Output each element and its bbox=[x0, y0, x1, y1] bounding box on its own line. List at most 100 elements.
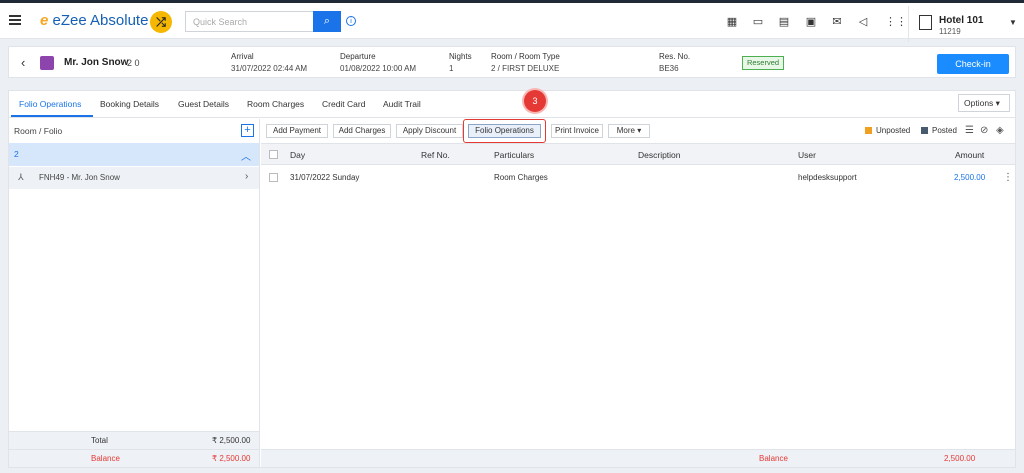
row-user: helpdesksupport bbox=[798, 173, 857, 182]
tab-guest-details[interactable]: Guest Details bbox=[178, 99, 229, 109]
balance-label: Balance bbox=[759, 454, 788, 463]
table-header: Day Ref No. Particulars Description User… bbox=[261, 143, 1015, 165]
column-user: User bbox=[798, 150, 816, 160]
transactions-panel: Add Payment Add Charges Apply Discount F… bbox=[261, 119, 1015, 468]
card-icon[interactable]: ▭ bbox=[752, 16, 764, 28]
building-icon bbox=[919, 15, 932, 30]
chevron-down-icon: ▾ bbox=[637, 126, 642, 135]
unposted-label: Unposted bbox=[876, 126, 911, 135]
nights-value: 1 bbox=[449, 64, 454, 73]
room-group[interactable]: 2 ︿ bbox=[9, 143, 259, 166]
row-menu-icon[interactable]: ⋮ bbox=[1003, 172, 1013, 183]
total-label: Total bbox=[91, 436, 108, 445]
folio-total-row: Total ₹ 2,500.00 bbox=[9, 431, 259, 449]
active-tab-indicator bbox=[11, 115, 93, 117]
calendar-notification-icon[interactable]: ▦ bbox=[726, 16, 738, 28]
tab-credit-card[interactable]: Credit Card bbox=[322, 99, 365, 109]
resno-value: BE36 bbox=[659, 64, 679, 73]
balance-value: ₹ 2,500.00 bbox=[212, 454, 251, 463]
departure-value[interactable]: 01/08/2022 10:00 AM bbox=[340, 64, 416, 73]
room-field: Room / Room Type 2 / FIRST DELUXE bbox=[491, 52, 560, 73]
options-label: Options bbox=[964, 98, 994, 108]
add-folio-icon[interactable]: + bbox=[241, 124, 254, 137]
folio-panel: Folio Operations Booking Details Guest D… bbox=[8, 90, 1016, 468]
top-navbar: e eZee Absolute ⤮ Quick Search ⌕ i ▦ ▭ ▤… bbox=[0, 3, 1024, 42]
list-view-icon[interactable]: ☰ bbox=[965, 125, 974, 136]
hotel-selector[interactable]: Hotel 101 11219 ▼ bbox=[908, 6, 1024, 42]
chevron-down-icon: ▼ bbox=[1009, 18, 1017, 27]
posted-swatch bbox=[921, 127, 928, 134]
print-invoice-button[interactable]: Print Invoice bbox=[551, 124, 603, 138]
arrival-value[interactable]: 31/07/2022 02:44 AM bbox=[231, 64, 307, 73]
tab-booking-details[interactable]: Booking Details bbox=[100, 99, 159, 109]
chevron-up-icon[interactable]: ︿ bbox=[241, 148, 251, 163]
legend-posted: Posted bbox=[921, 126, 957, 135]
chevron-right-icon: › bbox=[245, 171, 249, 182]
options-dropdown[interactable]: Options ▾ bbox=[958, 94, 1010, 112]
search-input[interactable]: Quick Search bbox=[185, 11, 313, 32]
column-day: Day bbox=[290, 150, 306, 160]
logo-mark: e bbox=[40, 12, 49, 29]
room-label: Room / Room Type bbox=[491, 52, 560, 61]
more-label: More bbox=[616, 126, 635, 135]
tab-folio-operations[interactable]: Folio Operations bbox=[19, 99, 81, 109]
shuffle-icon[interactable]: ⤮ bbox=[150, 11, 172, 33]
folio-balance-row: Balance ₹ 2,500.00 bbox=[9, 449, 259, 467]
app-logo[interactable]: e eZee Absolute bbox=[40, 12, 148, 29]
check-in-button[interactable]: Check-in bbox=[937, 54, 1009, 74]
layers-icon[interactable]: ◈ bbox=[996, 125, 1004, 136]
nights-field: Nights 1 bbox=[449, 52, 472, 73]
departure-field: Departure 01/08/2022 10:00 AM bbox=[340, 52, 416, 73]
resno-label: Res. No. bbox=[659, 52, 691, 61]
column-description: Description bbox=[638, 150, 681, 160]
room-value: 2 / FIRST DELUXE bbox=[491, 64, 560, 73]
apps-grid-icon[interactable]: ⋮⋮ bbox=[885, 16, 907, 28]
calendar-icon[interactable]: ▤ bbox=[778, 16, 790, 28]
nights-label: Nights bbox=[449, 52, 472, 61]
guest-room-icon bbox=[40, 56, 54, 70]
row-amount[interactable]: 2,500.00 bbox=[954, 173, 985, 182]
document-badge-icon[interactable]: ▣ bbox=[805, 16, 817, 28]
legend-unposted: Unposted bbox=[865, 126, 910, 135]
row-particulars: Room Charges bbox=[494, 173, 548, 182]
menu-icon[interactable] bbox=[9, 15, 21, 25]
departure-label: Departure bbox=[340, 52, 376, 61]
back-arrow-icon[interactable]: ‹ bbox=[21, 55, 25, 70]
posted-label: Posted bbox=[932, 126, 957, 135]
guest-summary-bar: ‹ Mr. Jon Snow 2 0 Arrival 31/07/2022 02… bbox=[8, 46, 1016, 78]
add-charges-button[interactable]: Add Charges bbox=[333, 124, 391, 138]
app-name: eZee Absolute bbox=[52, 12, 149, 29]
hotel-name: Hotel 101 bbox=[939, 15, 984, 26]
select-all-checkbox[interactable] bbox=[269, 150, 278, 159]
status-badge: Reserved bbox=[742, 56, 784, 70]
tab-audit-trail[interactable]: Audit Trail bbox=[383, 99, 421, 109]
table-row[interactable]: 31/07/2022 Sunday Room Charges helpdesks… bbox=[261, 167, 1015, 189]
room-folio-header: Room / Folio bbox=[14, 126, 63, 136]
transactions-balance-row: Balance 2,500.00 bbox=[261, 449, 1015, 467]
room-group-label: 2 bbox=[14, 149, 19, 159]
resno-field: Res. No. BE36 bbox=[659, 52, 690, 73]
more-dropdown[interactable]: More ▾ bbox=[608, 124, 650, 138]
hotel-code: 11219 bbox=[939, 27, 961, 36]
apply-discount-button[interactable]: Apply Discount bbox=[396, 124, 463, 138]
row-checkbox[interactable] bbox=[269, 173, 278, 182]
folio-item[interactable]: ⅄ FNH49 - Mr. Jon Snow › bbox=[9, 167, 259, 189]
add-payment-button[interactable]: Add Payment bbox=[266, 124, 328, 138]
info-icon[interactable]: i bbox=[346, 16, 356, 26]
total-value: ₹ 2,500.00 bbox=[212, 436, 251, 445]
column-ref-no: Ref No. bbox=[421, 150, 450, 160]
tab-bar: Folio Operations Booking Details Guest D… bbox=[9, 91, 1015, 118]
hide-icon[interactable]: ⊘ bbox=[980, 125, 988, 136]
unposted-swatch bbox=[865, 127, 872, 134]
search-button[interactable]: ⌕ bbox=[313, 11, 341, 32]
chevron-down-icon: ▾ bbox=[995, 98, 1000, 108]
column-amount: Amount bbox=[955, 150, 985, 160]
arrival-label: Arrival bbox=[231, 52, 254, 61]
folio-label: FNH49 - Mr. Jon Snow bbox=[39, 173, 120, 182]
tab-room-charges[interactable]: Room Charges bbox=[247, 99, 304, 109]
guest-name: Mr. Jon Snow bbox=[64, 57, 129, 68]
megaphone-icon[interactable]: ◁ bbox=[857, 16, 869, 28]
folio-operations-button[interactable]: Folio Operations bbox=[468, 124, 541, 138]
mail-icon[interactable]: ✉ bbox=[831, 16, 843, 28]
room-folio-panel: Room / Folio + 2 ︿ ⅄ FNH49 - Mr. Jon Sno… bbox=[9, 119, 260, 468]
